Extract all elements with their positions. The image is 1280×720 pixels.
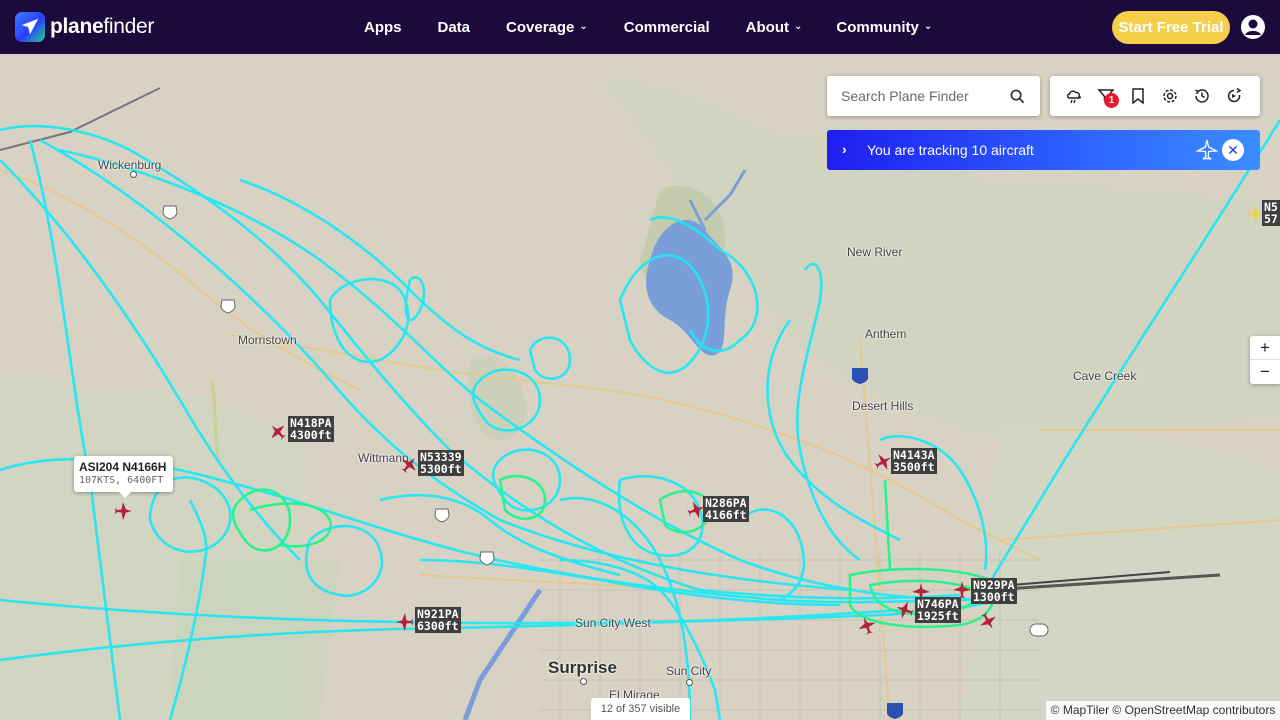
airplane-icon [1196,139,1218,160]
place-label: New River [847,245,903,259]
aircraft-popup[interactable]: ASI204 N4166H 107KTS, 6400FT [74,456,173,498]
aircraft-icon[interactable] [395,612,415,632]
aircraft-label[interactable]: N5 57 [1262,200,1280,226]
aircraft-label[interactable]: N921PA 6300ft [415,607,461,633]
map-attribution[interactable]: © MapTiler © OpenStreetMap contributors [1046,701,1280,720]
search-box [827,76,1040,116]
zoom-controls: + − [1250,336,1280,384]
search-icon[interactable] [1010,89,1025,104]
tracking-text: You are tracking 10 aircraft [867,142,1034,158]
search-input[interactable] [841,76,1001,116]
tracking-banner[interactable]: › You are tracking 10 aircraft ✕ [827,130,1260,170]
logo-icon [15,12,45,42]
nav-item-commercial[interactable]: Commercial [624,19,710,36]
brand-name: planefinder [50,15,155,38]
popup-detail: 107KTS, 6400FT [79,475,164,486]
aircraft-label[interactable]: N929PA 1300ft [971,578,1017,604]
nav-item-about[interactable]: About ⌄ [746,19,803,36]
place-dot [686,679,693,686]
aircraft-icon[interactable] [113,501,133,521]
place-label: Morristown [238,333,297,347]
aircraft-label[interactable]: N53339 5300ft [418,450,464,476]
place-label: Anthem [865,327,907,341]
start-free-trial-button[interactable]: Start Free Trial [1112,11,1230,44]
history-icon[interactable] [1193,87,1211,105]
aircraft-label[interactable]: N746PA 1925ft [915,597,961,623]
place-label: Wickenburg [98,158,162,172]
place-dot [580,678,587,685]
place-label: Surprise [548,658,617,677]
nav-item-apps[interactable]: Apps [364,19,402,36]
place-dot [130,171,137,178]
aircraft-label[interactable]: N4143A 3500ft [891,448,937,474]
zoom-out-button[interactable]: − [1250,360,1280,384]
logo[interactable]: planefinder [15,12,154,42]
aircraft-label[interactable]: N418PA 4300ft [288,416,334,442]
filter-count-badge: 1 [1104,93,1119,108]
chevron-right-icon[interactable]: › [842,141,847,157]
close-tracking-button[interactable]: ✕ [1222,139,1244,161]
visible-aircraft-count: 12 of 357 visible [591,698,690,720]
popup-title: ASI204 N4166H [79,460,167,474]
chevron-down-icon: ⌄ [793,20,803,32]
zoom-in-button[interactable]: + [1250,336,1280,360]
place-label: Sun City [666,664,712,678]
place-label: Desert Hills [852,399,914,413]
bookmark-icon[interactable] [1129,87,1147,105]
map-toolbar [1050,76,1260,116]
nav-item-data[interactable]: Data [438,19,471,36]
playback-icon[interactable] [1225,87,1243,105]
nav-item-community[interactable]: Community ⌄ [836,19,932,36]
top-navigation: planefinder Apps Data Coverage ⌄ Commerci… [0,0,1280,54]
chevron-down-icon: ⌄ [923,20,933,32]
aircraft-label[interactable]: N286PA 4166ft [703,496,749,522]
nav-menu: Apps Data Coverage ⌄ Commercial About ⌄ Co… [364,0,932,54]
nav-item-coverage[interactable]: Coverage ⌄ [506,19,588,36]
weather-icon[interactable] [1065,87,1083,105]
chevron-down-icon: ⌄ [579,20,588,32]
user-account-icon[interactable] [1240,14,1266,40]
settings-icon[interactable] [1161,87,1179,105]
place-label: Cave Creek [1073,369,1137,383]
place-label: Sun City West [575,616,651,630]
